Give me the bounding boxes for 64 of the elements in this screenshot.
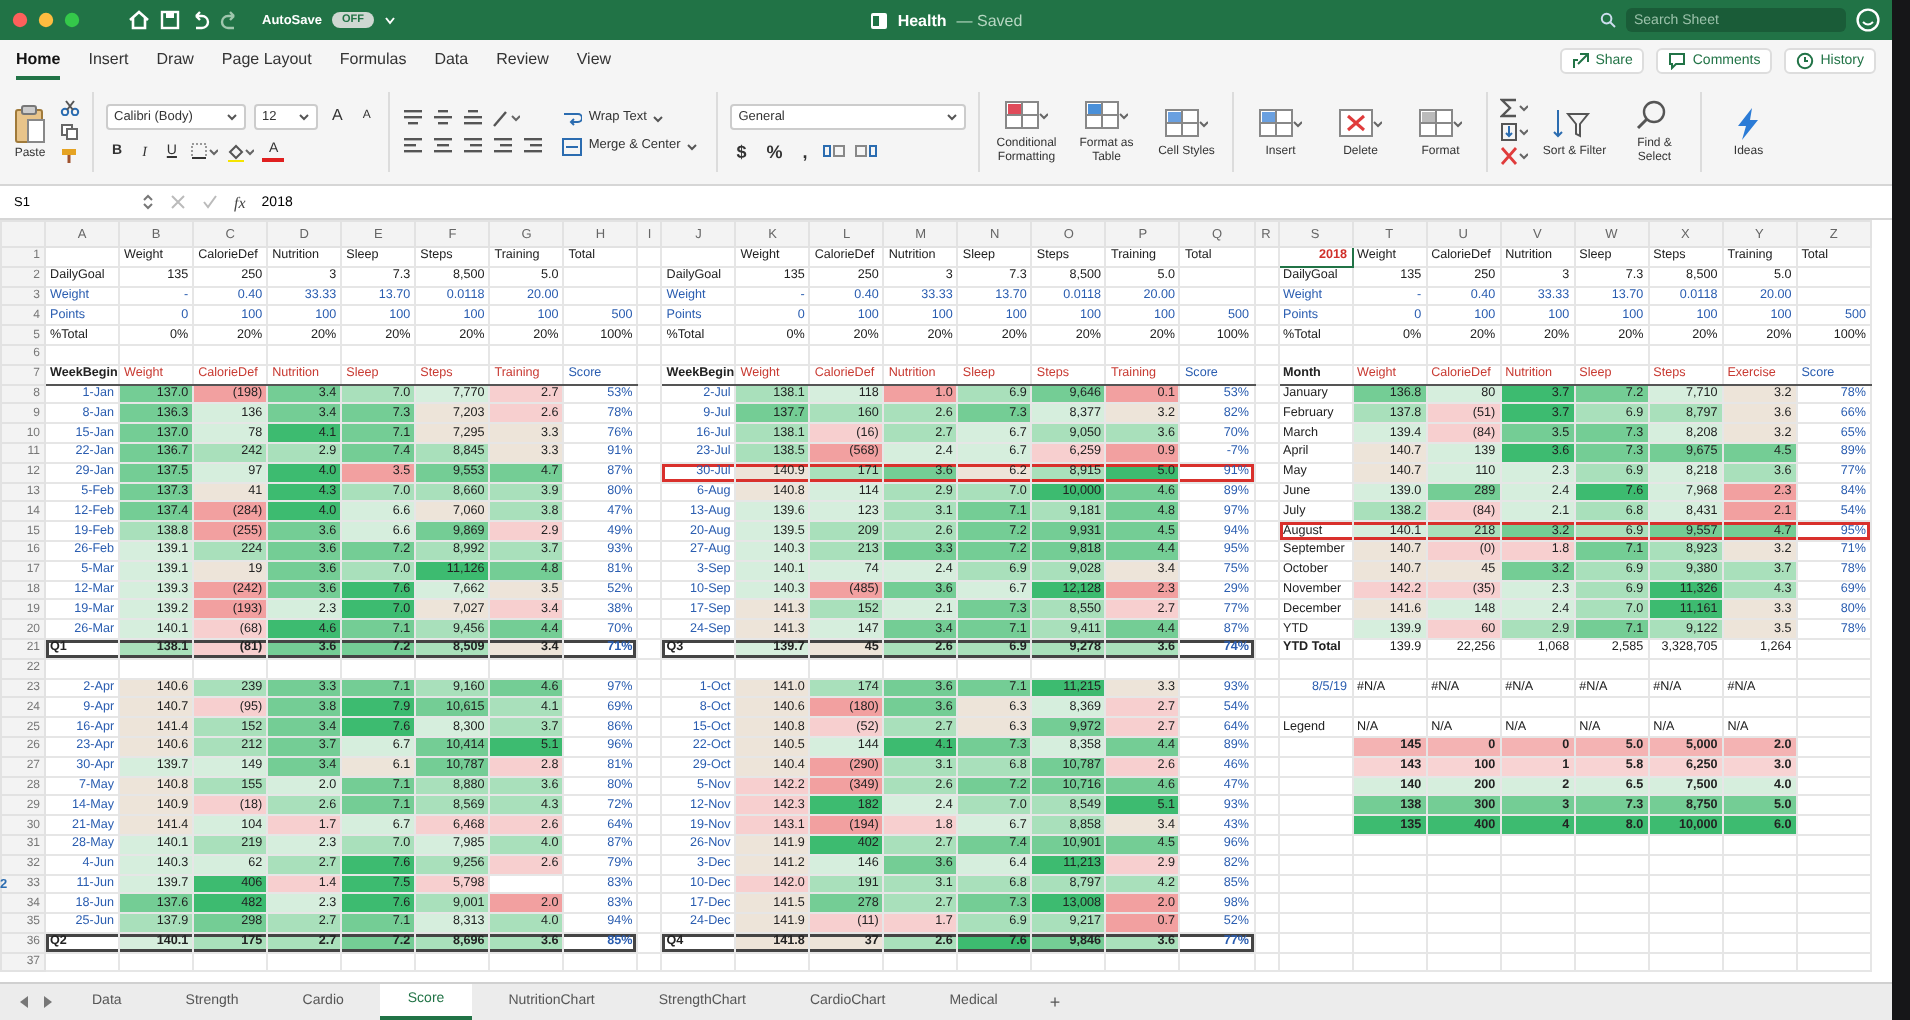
scissors-icon[interactable] (60, 100, 80, 116)
search-icon (1599, 12, 1616, 28)
ribbon-tab[interactable]: Draw (156, 44, 194, 80)
ribbon-tab[interactable]: Review (496, 44, 549, 80)
save-status: — Saved (956, 11, 1023, 29)
caret-icon[interactable] (383, 14, 396, 26)
comma-button[interactable]: , (796, 141, 814, 161)
zoom-button[interactable] (64, 12, 80, 28)
conditional-format-icon (1004, 98, 1049, 134)
insert-cells-icon (1258, 105, 1303, 141)
align-top-icon[interactable] (402, 108, 425, 128)
increase-decimal-icon[interactable] (821, 142, 846, 160)
add-sheet-button[interactable]: + (1033, 992, 1077, 1012)
redo-icon[interactable] (220, 10, 240, 30)
borders-icon[interactable] (190, 142, 219, 160)
ribbon-tab[interactable]: Insert (88, 44, 129, 80)
align-right-icon[interactable] (462, 136, 485, 156)
caret-icon (226, 111, 238, 121)
decrease-decimal-icon[interactable] (853, 142, 878, 160)
spreadsheet-icon (869, 11, 888, 29)
delete-cells-icon (1338, 105, 1383, 141)
clipboard-icon (12, 103, 48, 143)
table-format-icon (1084, 98, 1129, 134)
caret-icon (298, 111, 310, 121)
minimize-button[interactable] (38, 12, 54, 28)
orientation-icon[interactable] (492, 108, 521, 128)
ribbon-tab[interactable]: Formulas (339, 44, 407, 80)
cell-styles-icon (1164, 105, 1209, 141)
clear-icon[interactable] (1500, 146, 1529, 166)
save-icon[interactable] (160, 10, 180, 30)
caret-icon (652, 113, 665, 123)
fill-bucket-icon[interactable] (226, 141, 255, 161)
percent-button[interactable]: % (760, 141, 789, 161)
fill-down-icon[interactable] (1500, 122, 1529, 142)
undo-icon[interactable] (190, 10, 210, 30)
decrease-indent-icon[interactable] (492, 136, 515, 156)
currency-button[interactable]: $ (730, 141, 753, 161)
function-label[interactable]: fx (234, 193, 246, 211)
ribbon-tab[interactable]: Data (434, 44, 469, 80)
align-middle-icon[interactable] (432, 108, 455, 128)
home-icon[interactable] (128, 10, 150, 30)
increase-font-button[interactable]: A (326, 106, 349, 126)
align-center-icon[interactable] (432, 136, 455, 156)
sum-icon[interactable] (1500, 98, 1529, 118)
increase-indent-icon[interactable] (522, 136, 545, 156)
caret-icon (686, 141, 699, 151)
ribbon-tab[interactable]: Page Layout (221, 44, 312, 80)
stepper-icon[interactable] (142, 192, 154, 212)
previous-sheet-icon[interactable] (16, 994, 32, 1010)
comment-icon (1668, 52, 1687, 70)
ribbon-tab[interactable]: View (576, 44, 612, 80)
align-left-icon[interactable] (402, 136, 425, 156)
align-bottom-icon[interactable] (462, 108, 485, 128)
window-title: Health (897, 11, 947, 29)
wrap-icon (562, 109, 583, 127)
account-icon[interactable] (1855, 8, 1880, 32)
caret-icon (946, 111, 959, 121)
copy-icon[interactable] (60, 124, 80, 140)
format-cells-icon (1418, 105, 1463, 141)
merge-icon (562, 137, 583, 155)
share-icon (1571, 52, 1590, 70)
clock-icon (1796, 52, 1815, 70)
next-sheet-icon[interactable] (40, 994, 56, 1010)
brush-icon[interactable] (60, 148, 80, 164)
